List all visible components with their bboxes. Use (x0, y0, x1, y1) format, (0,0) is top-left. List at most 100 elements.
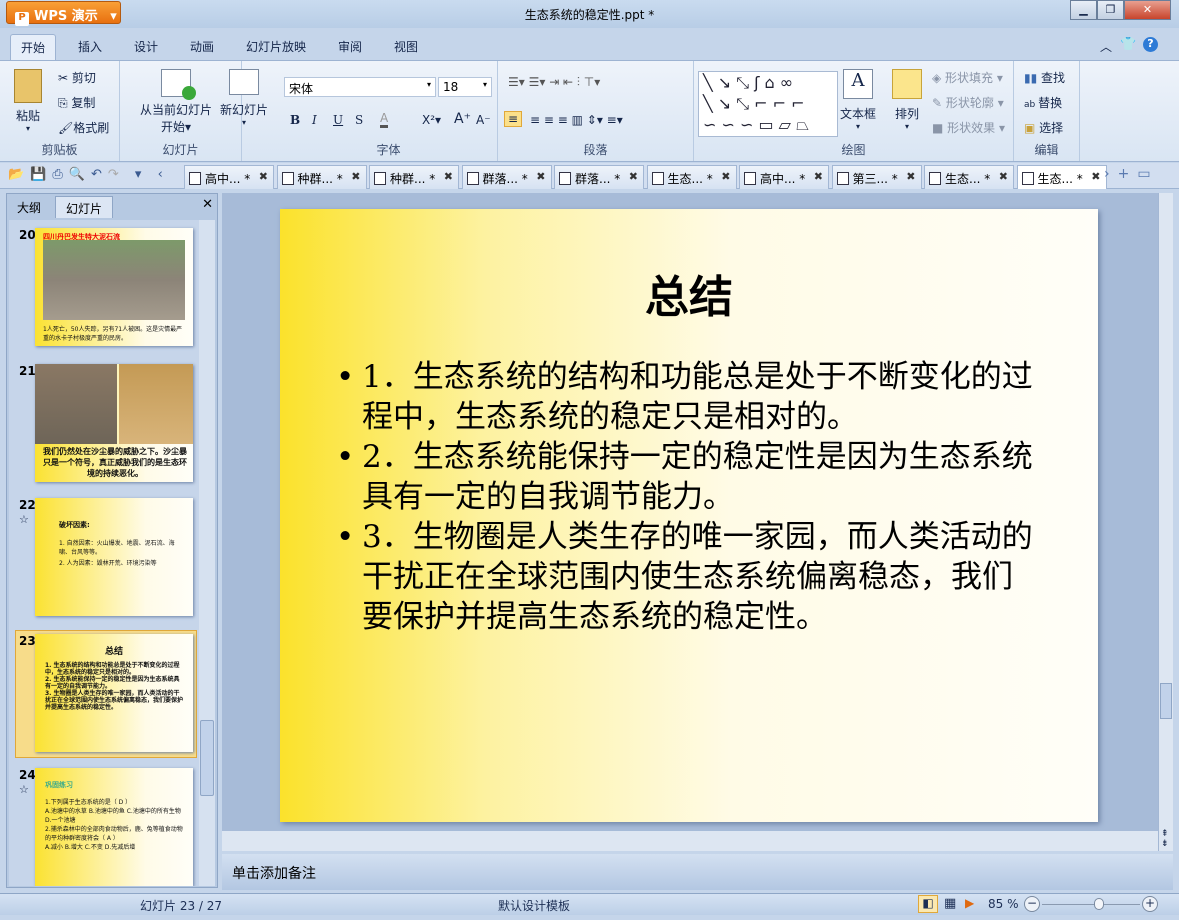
slide-thumbnail-21[interactable]: 我们仍然处在沙尘暴的威胁之下。沙尘暴只是一个符号，真正威胁我们的是生态环境的持续… (35, 364, 193, 482)
tab-slides[interactable]: 幻灯片 (55, 196, 114, 218)
close-tab-icon[interactable]: ✖ (629, 170, 638, 183)
document-tab[interactable]: 第三... * ✖ (831, 165, 922, 189)
close-tab-icon[interactable]: ✖ (444, 170, 453, 183)
normal-view-icon[interactable]: ◧ (918, 895, 938, 913)
font-name-select[interactable]: 宋体 ▾ (284, 77, 436, 97)
bullets-button[interactable]: ☰▾ ☰▾ ⇥ ⇤ ⫶ ⊤▾ (508, 75, 600, 90)
copy-button[interactable]: ⎘ 复制 (58, 94, 95, 111)
increase-font-button[interactable]: A⁺ (454, 111, 471, 127)
close-tab-icon[interactable]: ✖ (259, 170, 268, 183)
help-icon[interactable]: ? (1143, 37, 1158, 52)
value: 18 (443, 80, 459, 94)
font-size-select[interactable]: 18 ▾ (438, 77, 492, 97)
bold-button[interactable]: B (290, 113, 300, 127)
bullet-item: 2．生态系统能保持一定的稳定性是因为生态系统具有一定的自我调节能力。 (336, 437, 1036, 517)
tab-insert[interactable]: 插入 (68, 34, 112, 60)
document-tab[interactable]: 群落... * ✖ (461, 165, 552, 189)
scroll-thumb[interactable] (200, 720, 214, 796)
shape-outline-button[interactable]: ✎ 形状轮廓 ▾ (932, 94, 1004, 111)
select-button[interactable]: ▣ 选择 (1024, 119, 1063, 136)
title-bar: P WPS 演示 ▾ 生态系统的稳定性.ppt * ▁ ❐ ✕ (0, 0, 1179, 28)
panel-scrollbar[interactable] (199, 220, 215, 886)
document-tab[interactable]: 群落... * ✖ (554, 165, 644, 189)
document-tab[interactable]: 生态... * ✖ (1016, 165, 1107, 189)
document-tab[interactable]: 种群... * ✖ (276, 165, 367, 189)
undo-icon: ↶ (90, 167, 108, 182)
zoom-in-button[interactable]: + (1142, 896, 1158, 912)
document-tab[interactable]: 生态... * ✖ (646, 165, 737, 189)
thumb-body: 1. 生态系统的结构和功能总是处于不断变化的过程中，生态系统的稳定只是相对的。 2… (45, 662, 184, 711)
close-tab-icon[interactable]: ✖ (351, 170, 360, 183)
close-tab-icon[interactable]: ✖ (906, 170, 915, 183)
collapse-ribbon-icon[interactable]: ︿ (1100, 38, 1112, 55)
find-button[interactable]: ▮▮ 查找 (1024, 69, 1065, 86)
cut-label: 剪切 (71, 71, 96, 85)
replace-button[interactable]: ab 替换 (1024, 94, 1062, 111)
close-tab-icon[interactable]: ✖ (1091, 170, 1100, 183)
slide-sorter-icon[interactable]: ▦ (944, 896, 956, 911)
zoom-slider-thumb[interactable] (1093, 898, 1104, 910)
tab-outline[interactable]: 大纲 (7, 196, 51, 218)
tab-bar-controls[interactable]: ›+▭ (1104, 166, 1159, 182)
maximize-button[interactable]: ❐ (1097, 0, 1124, 20)
shape-fill-button[interactable]: ◈ 形状填充 ▾ (932, 69, 1003, 86)
close-button[interactable]: ✕ (1124, 0, 1171, 20)
close-panel-icon[interactable]: ✕ (202, 197, 213, 212)
document-tab[interactable]: 高中... * ✖ (184, 165, 274, 189)
close-tab-icon[interactable]: ✖ (721, 170, 730, 183)
tab-review[interactable]: 审阅 (328, 34, 372, 60)
quick-access-toolbar[interactable]: 📂💾⎙🔍↶↷ ▾ ‹ (8, 167, 169, 182)
close-tab-icon[interactable]: ✖ (999, 170, 1008, 183)
tab-design[interactable]: 设计 (124, 34, 168, 60)
vertical-scrollbar[interactable]: ⇞ ⇟ (1158, 193, 1173, 851)
tab-slideshow[interactable]: 幻灯片放映 (236, 34, 316, 60)
ppt-file-icon (929, 172, 941, 185)
slideshow-view-icon[interactable]: ▶ (965, 896, 974, 910)
modified-mark: * (799, 172, 806, 186)
play-from-current-button[interactable]: 从当前幻灯片 开始▾ (130, 69, 222, 135)
slide-thumbnail-23[interactable]: 总结 1. 生态系统的结构和功能总是处于不断变化的过程中，生态系统的稳定只是相对… (35, 634, 193, 752)
notes-pane[interactable]: 单击添加备注 (222, 854, 1173, 890)
zoom-slider[interactable] (1042, 904, 1140, 905)
tab-animation[interactable]: 动画 (180, 34, 224, 60)
shape-effect-button[interactable]: ■ 形状效果 ▾ (932, 119, 1005, 136)
skin-icon[interactable]: 👕 (1120, 37, 1136, 52)
font-color-button[interactable]: A (380, 111, 389, 128)
italic-button[interactable]: I (312, 113, 317, 127)
cut-button[interactable]: ✂ 剪切 (58, 69, 96, 86)
scroll-thumb[interactable] (1160, 683, 1172, 719)
slide-thumbnail-24[interactable]: 巩固练习 1.下列属于生态系统的是（ D ） A.池塘中的水草 B.池塘中的鱼 C… (35, 768, 193, 886)
paste-button[interactable]: 粘贴 ▾ (14, 69, 42, 133)
slide-body[interactable]: 1．生态系统的结构和功能总是处于不断变化的过程中，生态系统的稳定只是相对的。 2… (336, 357, 1036, 637)
document-tab[interactable]: 生态... * ✖ (924, 165, 1014, 189)
slide-thumbnail-22[interactable]: 破坏因素: 1. 自然因素：火山爆发、地震、泥石流、海啸、台风等等。 2. 人为… (35, 498, 193, 616)
document-tab[interactable]: 高中... * ✖ (739, 165, 829, 189)
close-tab-icon[interactable]: ✖ (536, 170, 545, 183)
zoom-out-button[interactable]: − (1024, 896, 1040, 912)
new-slide-button[interactable]: 新幻灯片 ▾ (220, 69, 268, 127)
underline-button[interactable]: U (333, 113, 343, 127)
group-editing: ▮▮ 查找 ab 替换 ▣ 选择 编辑 (1014, 61, 1080, 161)
tab-home[interactable]: 开始 (10, 34, 57, 60)
align-left-button[interactable]: ≡ (504, 111, 523, 127)
textbox-button[interactable]: A 文本框 ▾ (840, 69, 876, 131)
align-center-button[interactable]: ≡ ≡ ≡ ▥ ⇕▾ ≡▾ (530, 113, 623, 127)
slide-title[interactable]: 总结 (280, 261, 1098, 325)
prev-next-slide-icon[interactable]: ⇞ ⇟ (1161, 829, 1169, 849)
format-painter-button[interactable]: 🖌格式刷 (58, 119, 109, 136)
tab-view[interactable]: 视图 (384, 34, 428, 60)
superscript-button[interactable]: X²▾ (422, 113, 441, 127)
close-tab-icon[interactable]: ✖ (814, 170, 823, 183)
current-slide[interactable]: 总结 1．生态系统的结构和功能总是处于不断变化的过程中，生态系统的稳定只是相对的… (280, 209, 1098, 822)
decrease-font-button[interactable]: A⁻ (476, 113, 491, 127)
minimize-button[interactable]: ▁ (1070, 0, 1097, 20)
animation-star-icon: ☆ (19, 513, 29, 526)
shadow-button[interactable]: S (355, 113, 363, 127)
document-tab[interactable]: 种群... * ✖ (369, 165, 459, 189)
value: 宋体 (289, 82, 314, 96)
slide-thumbnail-20[interactable]: 四川丹巴发生特大泥石流 1人死亡，50人失踪，另有71人被困。这是灾情最严重的水… (35, 228, 193, 346)
shapes-gallery[interactable]: ╲ ↘ ⤡ ʃ ⌂ ∞ ╲ ↘ ⤡ ⌐ ⌐ ⌐ ∽ ∽ ∽ ▭ ▱ ⏢ (698, 71, 838, 137)
status-bar: 幻灯片 23 / 27 默认设计模板 ◧ ▦ ▶ 85 % − + (0, 893, 1179, 915)
horizontal-scrollbar[interactable] (222, 831, 1158, 851)
arrange-button[interactable]: 排列 ▾ (892, 69, 922, 131)
